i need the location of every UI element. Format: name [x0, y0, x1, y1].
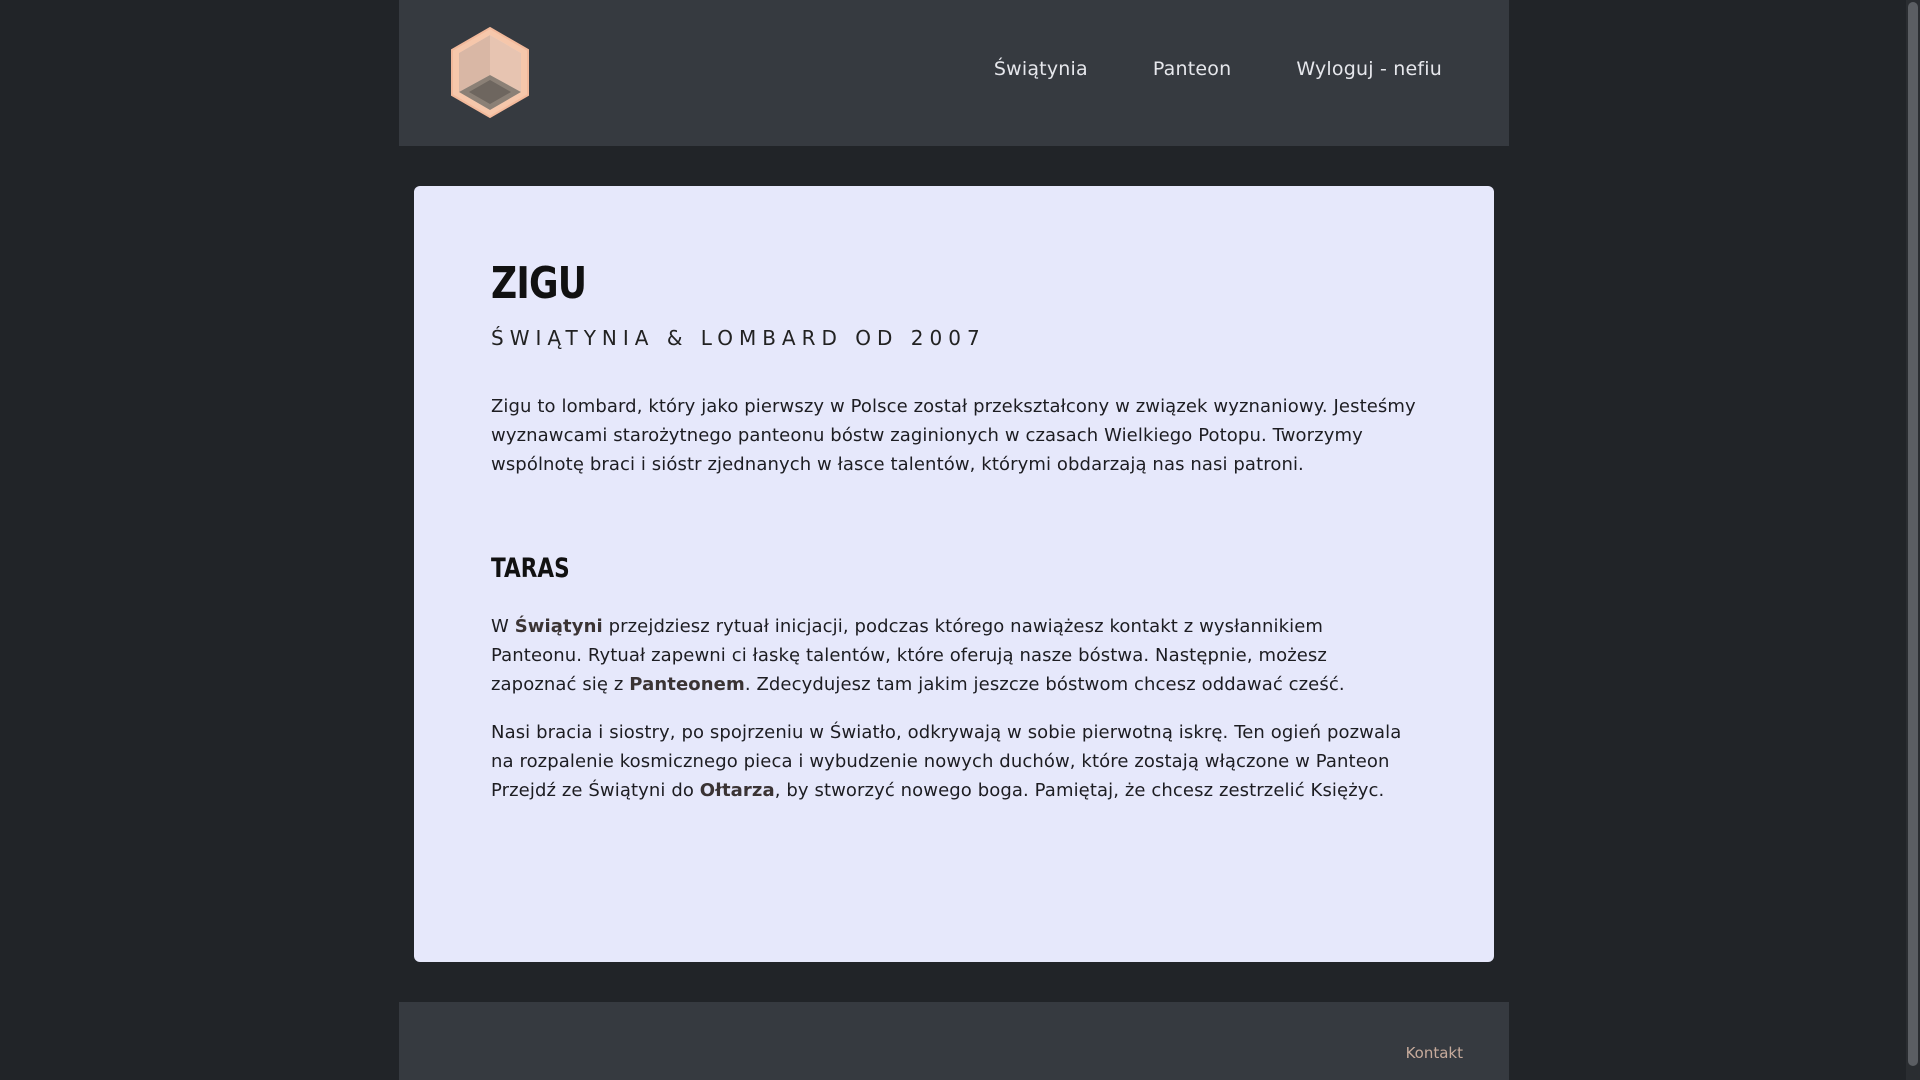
- main-nav: Świątynia Panteon Wyloguj - nefiu: [994, 58, 1442, 80]
- text-fragment: W: [491, 616, 515, 637]
- browser-viewport: Świątynia Panteon Wyloguj - nefiu ZIGU Ś…: [0, 0, 1920, 1080]
- hexagon-cube-logo-icon[interactable]: [449, 25, 531, 120]
- taras-paragraph-2: Nasi bracia i siostry, po spojrzeniu w Ś…: [491, 718, 1417, 805]
- content-card: ZIGU ŚWIĄTYNIA & LOMBARD OD 2007 Zigu to…: [414, 186, 1494, 962]
- intro-paragraph: Zigu to lombard, który jako pierwszy w P…: [491, 396, 1416, 475]
- text-fragment: . Zdecydujesz tam jakim jeszcze bóstwom …: [744, 674, 1345, 695]
- nav-link-swiatynia[interactable]: Świątynia: [994, 58, 1088, 80]
- scrollbar-thumb[interactable]: [1908, 2, 1918, 1066]
- page-title: ZIGU: [491, 258, 587, 309]
- link-swiatynia[interactable]: Świątyni: [515, 616, 603, 637]
- contact-link[interactable]: Kontakt: [1406, 1044, 1463, 1062]
- text-fragment: , by stworzyć nowego boga. Pamiętaj, że …: [774, 780, 1385, 801]
- site-footer: Kontakt: [399, 1002, 1509, 1080]
- site-wrapper: Świątynia Panteon Wyloguj - nefiu ZIGU Ś…: [399, 0, 1509, 1080]
- nav-link-panteon[interactable]: Panteon: [1153, 58, 1232, 80]
- nav-link-logout[interactable]: Wyloguj - nefiu: [1296, 58, 1442, 80]
- page-scrollbar[interactable]: [1906, 0, 1920, 1080]
- taras-paragraph-1: W Świątyni przejdziesz rytuał inicjacji,…: [491, 612, 1417, 699]
- link-panteon[interactable]: Panteonem: [629, 674, 745, 695]
- page-subtitle: ŚWIĄTYNIA & LOMBARD OD 2007: [491, 326, 986, 350]
- link-oltarz[interactable]: Ołtarza: [700, 780, 775, 801]
- section-title: TARAS: [491, 553, 570, 584]
- site-header: Świątynia Panteon Wyloguj - nefiu: [399, 0, 1509, 146]
